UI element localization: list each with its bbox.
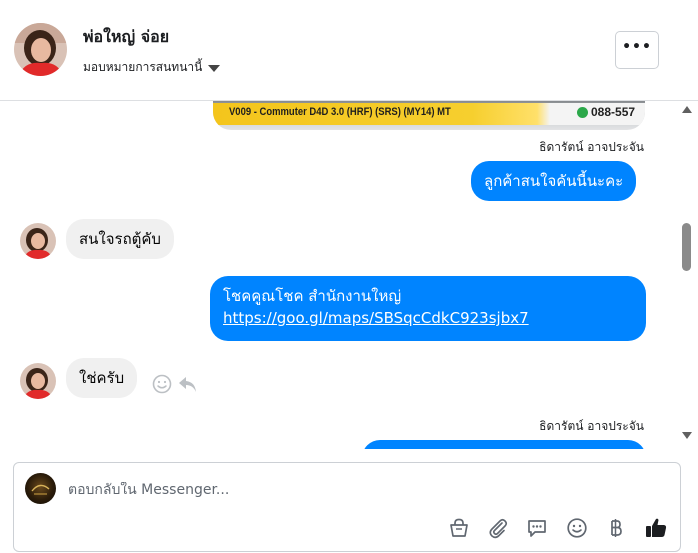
outgoing-message[interactable]: [362, 440, 646, 449]
caret-down-icon: [208, 64, 221, 72]
thread-scrollbar[interactable]: [678, 101, 698, 449]
attachment-icon[interactable]: [485, 515, 511, 541]
product-phone-number: 088-557: [591, 105, 636, 119]
emoji-icon[interactable]: [564, 515, 590, 541]
product-phone: 088-557: [577, 105, 635, 119]
assign-conversation-dropdown[interactable]: มอบหมายการสนทนานี้: [83, 58, 221, 77]
assign-label: มอบหมายการสนทนานี้: [83, 60, 203, 74]
incoming-message[interactable]: สนใจรถตู้คับ: [66, 219, 174, 259]
outgoing-message[interactable]: โชคคูณโชค สำนักงานใหญ่ https://goo.gl/ma…: [210, 276, 646, 341]
thumbs-up-icon[interactable]: [643, 515, 669, 541]
sender-label: ธิดารัตน์ อาจประจัน: [539, 140, 644, 154]
more-options-button[interactable]: •••: [615, 31, 659, 69]
contact-name[interactable]: พ่อใหญ่ จ่อย: [83, 25, 169, 50]
outgoing-message[interactable]: ลูกค้าสนใจคันนี้นะคะ: [471, 161, 637, 201]
message-text: ลูกค้าสนใจคันนี้นะคะ: [484, 172, 624, 190]
reply-composer: [13, 462, 681, 552]
bag-icon[interactable]: [446, 515, 472, 541]
page-avatar: [25, 473, 56, 504]
message-text: สนใจรถตู้คับ: [79, 230, 161, 248]
scroll-up-arrow-icon[interactable]: [682, 106, 692, 113]
product-caption: V009 - Commuter D4D 3.0 (HRF) (SRS) (MY1…: [229, 106, 451, 118]
baht-icon[interactable]: [603, 515, 629, 541]
message-thread: V009 - Commuter D4D 3.0 (HRF) (SRS) (MY1…: [0, 101, 678, 449]
phone-icon: [577, 106, 588, 118]
sender-label: ธิดารัตน์ อาจประจัน: [539, 419, 644, 433]
message-text: โชคคูณโชค สำนักงานใหญ่: [223, 287, 402, 305]
contact-avatar-small[interactable]: [20, 363, 56, 399]
contact-avatar-small[interactable]: [20, 223, 56, 259]
more-icon: •••: [622, 39, 652, 55]
product-image-attachment[interactable]: V009 - Commuter D4D 3.0 (HRF) (SRS) (MY1…: [213, 101, 645, 130]
contact-avatar[interactable]: [14, 23, 67, 76]
saved-replies-icon[interactable]: [524, 515, 550, 541]
conversation-header: พ่อใหญ่ จ่อย มอบหมายการสนทนานี้ •••: [0, 0, 698, 101]
message-text: ใช่ครับ: [79, 369, 125, 387]
react-emoji-icon[interactable]: [152, 374, 172, 398]
scroll-thumb[interactable]: [682, 223, 691, 271]
maps-link[interactable]: https://goo.gl/maps/SBSqcCdkC923sjbx7: [223, 309, 529, 327]
scroll-down-arrow-icon[interactable]: [682, 432, 692, 439]
reply-input[interactable]: [68, 482, 628, 498]
reply-icon[interactable]: [178, 374, 198, 398]
incoming-message[interactable]: ใช่ครับ: [66, 358, 138, 398]
